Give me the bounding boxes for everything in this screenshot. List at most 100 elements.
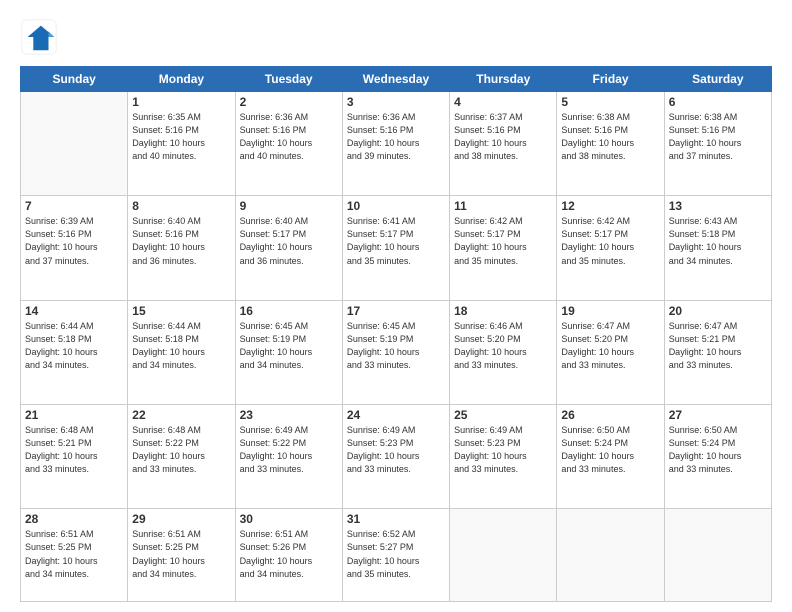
day-info: Sunrise: 6:51 AM Sunset: 5:25 PM Dayligh… (25, 528, 123, 580)
day-info: Sunrise: 6:50 AM Sunset: 5:24 PM Dayligh… (561, 424, 659, 476)
day-number: 23 (240, 408, 338, 422)
day-number: 28 (25, 512, 123, 526)
day-cell (21, 92, 128, 196)
day-header-friday: Friday (557, 67, 664, 92)
week-row-2: 7Sunrise: 6:39 AM Sunset: 5:16 PM Daylig… (21, 196, 772, 300)
day-info: Sunrise: 6:42 AM Sunset: 5:17 PM Dayligh… (561, 215, 659, 267)
day-number: 12 (561, 199, 659, 213)
day-info: Sunrise: 6:47 AM Sunset: 5:20 PM Dayligh… (561, 320, 659, 372)
day-number: 7 (25, 199, 123, 213)
day-cell: 27 Sunrise: 6:50 AM Sunset: 5:24 PM Dayli… (664, 405, 771, 509)
day-number: 18 (454, 304, 552, 318)
day-number: 2 (240, 95, 338, 109)
day-header-saturday: Saturday (664, 67, 771, 92)
day-info: Sunrise: 6:36 AM Sunset: 5:16 PM Dayligh… (240, 111, 338, 163)
day-number: 6 (669, 95, 767, 109)
day-number: 1 (132, 95, 230, 109)
day-info: Sunrise: 6:51 AM Sunset: 5:26 PM Dayligh… (240, 528, 338, 580)
day-cell: 10Sunrise: 6:41 AM Sunset: 5:17 PM Dayli… (342, 196, 449, 300)
day-info: Sunrise: 6:36 AM Sunset: 5:16 PM Dayligh… (347, 111, 445, 163)
day-header-tuesday: Tuesday (235, 67, 342, 92)
day-cell: 2 Sunrise: 6:36 AM Sunset: 5:16 PM Daylig… (235, 92, 342, 196)
day-info: Sunrise: 6:41 AM Sunset: 5:17 PM Dayligh… (347, 215, 445, 267)
day-info: Sunrise: 6:38 AM Sunset: 5:16 PM Dayligh… (669, 111, 767, 163)
day-header-thursday: Thursday (450, 67, 557, 92)
day-info: Sunrise: 6:37 AM Sunset: 5:16 PM Dayligh… (454, 111, 552, 163)
day-info: Sunrise: 6:47 AM Sunset: 5:21 PM Dayligh… (669, 320, 767, 372)
day-header-wednesday: Wednesday (342, 67, 449, 92)
day-number: 19 (561, 304, 659, 318)
day-number: 11 (454, 199, 552, 213)
day-info: Sunrise: 6:50 AM Sunset: 5:24 PM Dayligh… (669, 424, 767, 476)
day-number: 17 (347, 304, 445, 318)
day-cell (450, 509, 557, 602)
day-cell (557, 509, 664, 602)
day-cell: 6 Sunrise: 6:38 AM Sunset: 5:16 PM Daylig… (664, 92, 771, 196)
day-info: Sunrise: 6:45 AM Sunset: 5:19 PM Dayligh… (347, 320, 445, 372)
day-number: 22 (132, 408, 230, 422)
day-cell: 28 Sunrise: 6:51 AM Sunset: 5:25 PM Dayli… (21, 509, 128, 602)
day-cell: 21 Sunrise: 6:48 AM Sunset: 5:21 PM Dayli… (21, 405, 128, 509)
logo-icon (20, 18, 58, 56)
day-number: 31 (347, 512, 445, 526)
day-info: Sunrise: 6:46 AM Sunset: 5:20 PM Dayligh… (454, 320, 552, 372)
day-header-monday: Monday (128, 67, 235, 92)
week-row-4: 21 Sunrise: 6:48 AM Sunset: 5:21 PM Dayli… (21, 405, 772, 509)
day-info: Sunrise: 6:40 AM Sunset: 5:16 PM Dayligh… (132, 215, 230, 267)
day-number: 20 (669, 304, 767, 318)
day-cell: 17 Sunrise: 6:45 AM Sunset: 5:19 PM Dayli… (342, 300, 449, 404)
day-number: 26 (561, 408, 659, 422)
day-number: 15 (132, 304, 230, 318)
week-row-3: 14Sunrise: 6:44 AM Sunset: 5:18 PM Dayli… (21, 300, 772, 404)
day-info: Sunrise: 6:49 AM Sunset: 5:22 PM Dayligh… (240, 424, 338, 476)
day-cell: 4Sunrise: 6:37 AM Sunset: 5:16 PM Daylig… (450, 92, 557, 196)
day-number: 29 (132, 512, 230, 526)
day-info: Sunrise: 6:48 AM Sunset: 5:21 PM Dayligh… (25, 424, 123, 476)
day-cell: 22 Sunrise: 6:48 AM Sunset: 5:22 PM Dayli… (128, 405, 235, 509)
day-cell: 20 Sunrise: 6:47 AM Sunset: 5:21 PM Dayli… (664, 300, 771, 404)
day-cell: 30Sunrise: 6:51 AM Sunset: 5:26 PM Dayli… (235, 509, 342, 602)
day-cell: 3 Sunrise: 6:36 AM Sunset: 5:16 PM Daylig… (342, 92, 449, 196)
day-info: Sunrise: 6:45 AM Sunset: 5:19 PM Dayligh… (240, 320, 338, 372)
day-info: Sunrise: 6:42 AM Sunset: 5:17 PM Dayligh… (454, 215, 552, 267)
day-number: 16 (240, 304, 338, 318)
day-number: 8 (132, 199, 230, 213)
day-info: Sunrise: 6:49 AM Sunset: 5:23 PM Dayligh… (347, 424, 445, 476)
day-number: 27 (669, 408, 767, 422)
day-info: Sunrise: 6:43 AM Sunset: 5:18 PM Dayligh… (669, 215, 767, 267)
day-cell: 31Sunrise: 6:52 AM Sunset: 5:27 PM Dayli… (342, 509, 449, 602)
day-cell: 7Sunrise: 6:39 AM Sunset: 5:16 PM Daylig… (21, 196, 128, 300)
day-cell: 24Sunrise: 6:49 AM Sunset: 5:23 PM Dayli… (342, 405, 449, 509)
day-info: Sunrise: 6:49 AM Sunset: 5:23 PM Dayligh… (454, 424, 552, 476)
day-cell: 13 Sunrise: 6:43 AM Sunset: 5:18 PM Dayli… (664, 196, 771, 300)
day-cell: 11 Sunrise: 6:42 AM Sunset: 5:17 PM Dayli… (450, 196, 557, 300)
day-info: Sunrise: 6:38 AM Sunset: 5:16 PM Dayligh… (561, 111, 659, 163)
day-info: Sunrise: 6:44 AM Sunset: 5:18 PM Dayligh… (132, 320, 230, 372)
day-info: Sunrise: 6:40 AM Sunset: 5:17 PM Dayligh… (240, 215, 338, 267)
day-cell: 18 Sunrise: 6:46 AM Sunset: 5:20 PM Dayli… (450, 300, 557, 404)
day-cell: 29 Sunrise: 6:51 AM Sunset: 5:25 PM Dayli… (128, 509, 235, 602)
day-number: 25 (454, 408, 552, 422)
calendar-table: SundayMondayTuesdayWednesdayThursdayFrid… (20, 66, 772, 602)
day-cell: 14Sunrise: 6:44 AM Sunset: 5:18 PM Dayli… (21, 300, 128, 404)
day-cell: 25 Sunrise: 6:49 AM Sunset: 5:23 PM Dayli… (450, 405, 557, 509)
week-row-1: 1 Sunrise: 6:35 AM Sunset: 5:16 PM Daylig… (21, 92, 772, 196)
day-number: 3 (347, 95, 445, 109)
day-cell: 9Sunrise: 6:40 AM Sunset: 5:17 PM Daylig… (235, 196, 342, 300)
day-info: Sunrise: 6:48 AM Sunset: 5:22 PM Dayligh… (132, 424, 230, 476)
day-number: 13 (669, 199, 767, 213)
days-header-row: SundayMondayTuesdayWednesdayThursdayFrid… (21, 67, 772, 92)
day-cell: 26 Sunrise: 6:50 AM Sunset: 5:24 PM Dayli… (557, 405, 664, 509)
day-cell: 12 Sunrise: 6:42 AM Sunset: 5:17 PM Dayli… (557, 196, 664, 300)
day-info: Sunrise: 6:35 AM Sunset: 5:16 PM Dayligh… (132, 111, 230, 163)
day-cell: 19 Sunrise: 6:47 AM Sunset: 5:20 PM Dayli… (557, 300, 664, 404)
day-number: 21 (25, 408, 123, 422)
header (20, 18, 772, 56)
day-cell: 23 Sunrise: 6:49 AM Sunset: 5:22 PM Dayli… (235, 405, 342, 509)
logo (20, 18, 64, 56)
day-header-sunday: Sunday (21, 67, 128, 92)
day-cell: 5Sunrise: 6:38 AM Sunset: 5:16 PM Daylig… (557, 92, 664, 196)
day-info: Sunrise: 6:51 AM Sunset: 5:25 PM Dayligh… (132, 528, 230, 580)
day-cell: 8 Sunrise: 6:40 AM Sunset: 5:16 PM Daylig… (128, 196, 235, 300)
day-info: Sunrise: 6:44 AM Sunset: 5:18 PM Dayligh… (25, 320, 123, 372)
